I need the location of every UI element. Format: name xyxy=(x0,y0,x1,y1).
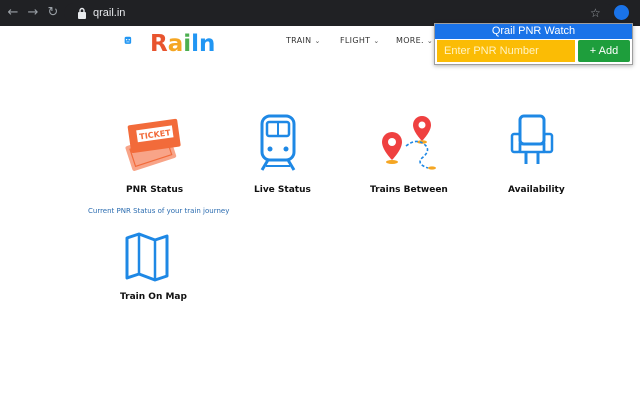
add-pnr-button[interactable]: + Add xyxy=(578,40,630,62)
chevron-down-icon: ⌄ xyxy=(426,37,434,45)
availability-label[interactable]: Availability xyxy=(508,184,565,196)
lock-icon xyxy=(78,7,86,19)
pnr-status-tooltip: Current PNR Status of your train journey xyxy=(88,207,230,215)
logo-letter: l xyxy=(191,31,200,57)
chevron-down-icon: ⌄ xyxy=(373,37,380,45)
logo-letter: n xyxy=(199,31,216,57)
logo-letter: a xyxy=(167,31,184,57)
nav-more-label: MORE. xyxy=(396,36,424,45)
railin-logo[interactable] xyxy=(124,28,150,54)
nav-more[interactable]: MORE. ⌄ xyxy=(396,36,433,45)
address-bar[interactable] xyxy=(64,3,614,23)
logo-wordmark[interactable]: Railn xyxy=(150,31,215,57)
pnr-watch-popup: Qrail PNR Watch + Add xyxy=(434,23,633,65)
nav-train-label: TRAIN xyxy=(286,36,312,45)
reload-icon[interactable]: ↻ xyxy=(44,4,62,22)
trains-between-label[interactable]: Trains Between xyxy=(370,184,448,196)
seat-icon[interactable] xyxy=(510,112,554,174)
pnr-input[interactable] xyxy=(437,40,575,62)
pnr-status-label[interactable]: PNR Status xyxy=(126,184,183,196)
route-pins-icon[interactable] xyxy=(378,112,444,174)
url-text[interactable]: qrail.in xyxy=(93,6,125,20)
nav-train[interactable]: TRAIN ⌄ xyxy=(286,36,321,45)
nav-flight[interactable]: FLIGHT ⌄ xyxy=(340,36,380,45)
train-icon[interactable] xyxy=(258,112,298,174)
nav-flight-label: FLIGHT xyxy=(340,36,371,45)
extension-icon[interactable] xyxy=(614,5,629,20)
back-arrow-icon[interactable]: ← xyxy=(4,4,22,22)
popup-title: Qrail PNR Watch xyxy=(435,24,632,39)
bookmark-star-icon[interactable]: ☆ xyxy=(590,5,601,21)
ticket-icon[interactable]: TICKET xyxy=(124,112,184,174)
forward-arrow-icon[interactable]: → xyxy=(24,4,42,22)
logo-letter: i xyxy=(183,31,192,57)
live-status-label[interactable]: Live Status xyxy=(254,184,311,196)
map-icon[interactable] xyxy=(124,232,170,282)
chevron-down-icon: ⌄ xyxy=(314,37,321,45)
logo-letter: R xyxy=(150,31,168,57)
train-on-map-label[interactable]: Train On Map xyxy=(120,291,187,303)
